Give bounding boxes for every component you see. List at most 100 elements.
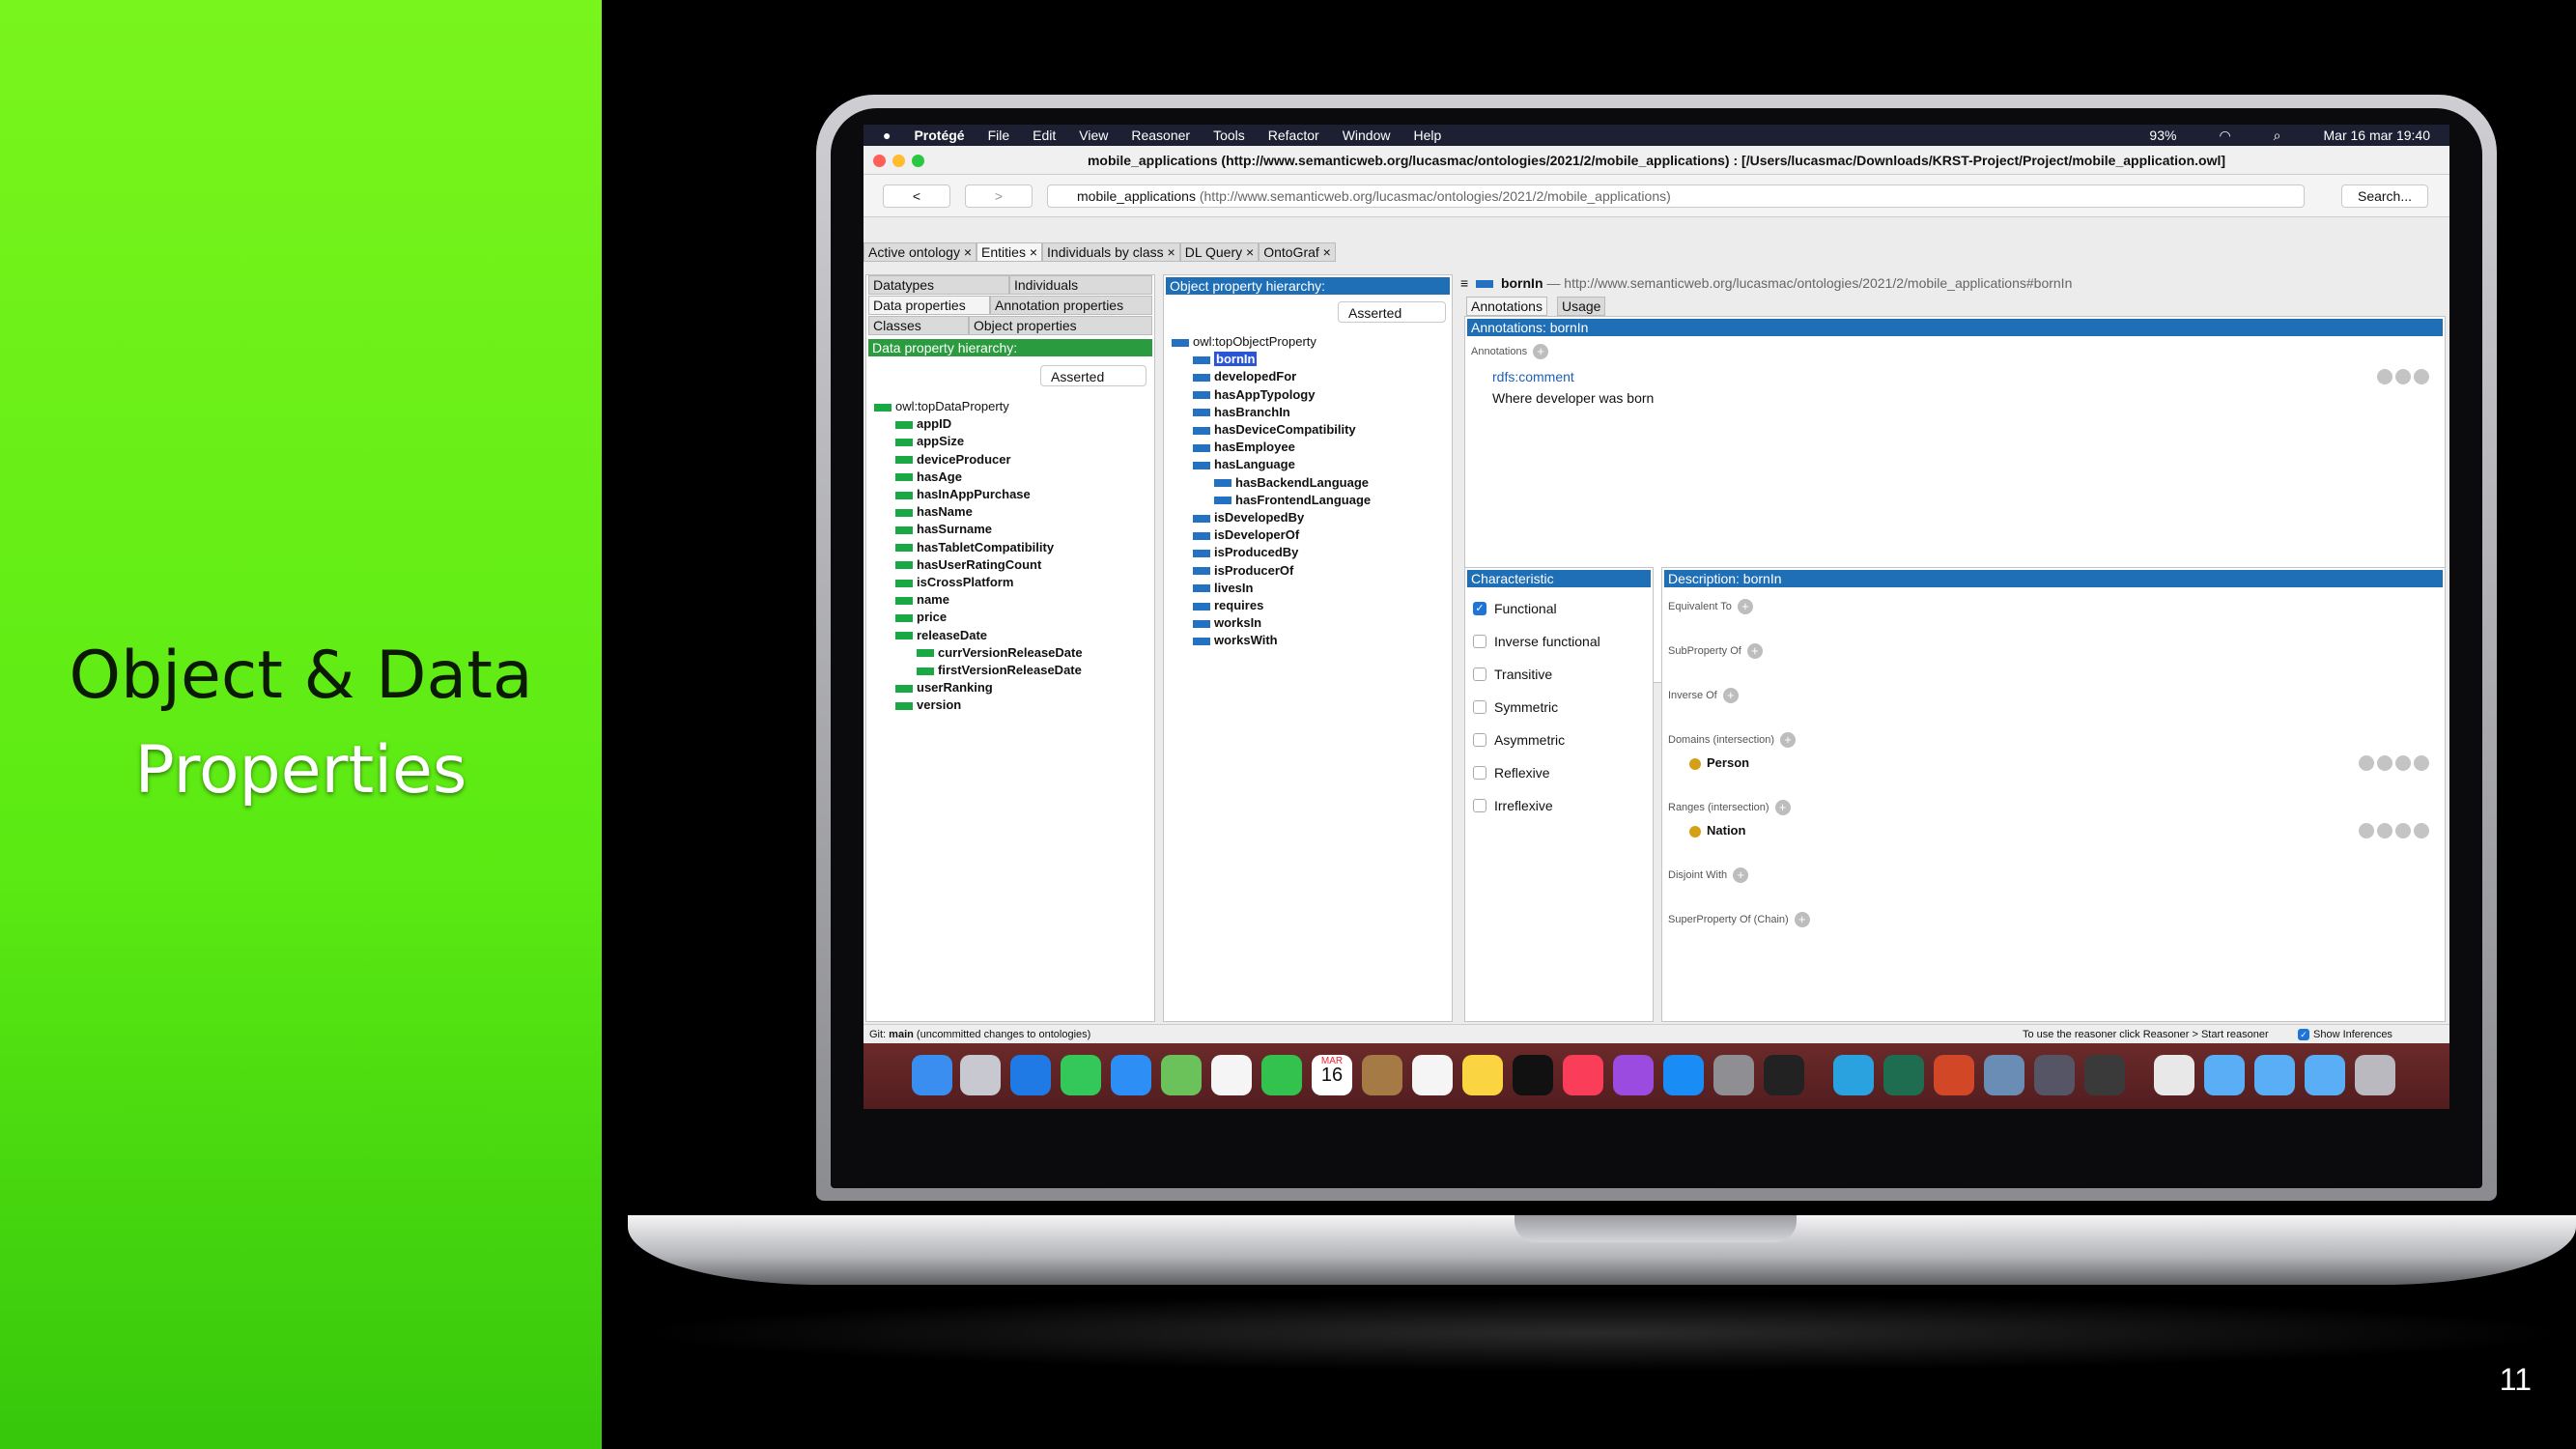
tree-item[interactable]: hasEmployee	[1172, 439, 1371, 456]
tree-item[interactable]: isDeveloperOf	[1172, 526, 1371, 544]
notes-icon[interactable]	[1462, 1055, 1503, 1095]
tab-active-ontology[interactable]: Active ontology ×	[863, 242, 977, 262]
delete-icon[interactable]	[2395, 823, 2411, 838]
info-icon[interactable]	[2414, 369, 2429, 384]
search-button[interactable]: Search...	[2341, 185, 2428, 208]
mail-icon[interactable]	[1111, 1055, 1151, 1095]
xcode-icon[interactable]	[2034, 1055, 2075, 1095]
info-icon[interactable]	[2414, 755, 2429, 771]
contacts-icon[interactable]	[1362, 1055, 1402, 1095]
tree-item[interactable]: requires	[1172, 597, 1371, 614]
finder-icon[interactable]	[912, 1055, 952, 1095]
tree-item[interactable]: hasLanguage	[1172, 456, 1371, 473]
apple-tv-icon[interactable]	[1513, 1055, 1553, 1095]
tree-item[interactable]: hasUserRatingCount	[874, 556, 1083, 574]
podcasts-icon[interactable]	[1613, 1055, 1654, 1095]
tree-item[interactable]: hasAge	[874, 469, 1083, 486]
tab-object-properties[interactable]: Object properties	[969, 316, 1152, 335]
maximize-icon[interactable]	[912, 155, 924, 167]
tab-classes[interactable]: Classes	[868, 316, 969, 335]
tree-item[interactable]: developedFor	[1172, 368, 1371, 385]
menu-icon[interactable]: ≡	[1460, 275, 1468, 291]
tree-item[interactable]: userRanking	[874, 679, 1083, 696]
tab-usage[interactable]: Usage	[1557, 297, 1606, 316]
music-icon[interactable]	[1563, 1055, 1603, 1095]
protege-icon[interactable]	[1883, 1055, 1924, 1095]
add-chain-icon[interactable]: +	[1794, 912, 1810, 927]
document-icon[interactable]	[2154, 1055, 2194, 1095]
help-icon[interactable]	[2359, 755, 2374, 771]
delete-icon[interactable]	[2395, 369, 2411, 384]
tree-item[interactable]: isCrossPlatform	[874, 574, 1083, 591]
tab-entities[interactable]: Entities ×	[977, 242, 1043, 262]
data-asserted-select[interactable]: Asserted	[1040, 365, 1146, 386]
reflexive-checkbox[interactable]: Reflexive	[1473, 765, 1550, 781]
tree-item[interactable]: hasSurname	[874, 521, 1083, 538]
ontology-url-field[interactable]: mobile_applications (http://www.semantic…	[1047, 185, 2305, 208]
menu-view[interactable]: View	[1079, 128, 1108, 143]
tree-item[interactable]: hasInAppPurchase	[874, 486, 1083, 503]
irreflexive-checkbox[interactable]: Irreflexive	[1473, 798, 1553, 813]
tab-annotation-properties[interactable]: Annotation properties	[990, 296, 1152, 315]
tab-annotations[interactable]: Annotations	[1466, 297, 1547, 316]
tab-data-properties[interactable]: Data properties	[868, 296, 990, 315]
messages-icon[interactable]	[1061, 1055, 1101, 1095]
add-subproperty-icon[interactable]: +	[1746, 643, 1763, 659]
tree-root[interactable]: owl:topObjectProperty	[1172, 333, 1371, 351]
app-menu[interactable]: Protégé	[914, 128, 964, 143]
tree-item[interactable]: price	[874, 609, 1083, 626]
reminders-icon[interactable]	[1412, 1055, 1453, 1095]
tab-individuals-by-class[interactable]: Individuals by class ×	[1042, 242, 1180, 262]
folder-icon[interactable]	[2254, 1055, 2295, 1095]
menu-reasoner[interactable]: Reasoner	[1131, 128, 1190, 143]
object-asserted-select[interactable]: Asserted	[1338, 301, 1446, 323]
back-button[interactable]: <	[883, 185, 950, 208]
delete-icon[interactable]	[2395, 755, 2411, 771]
annotation-property[interactable]: rdfs:comment	[1492, 369, 1574, 384]
app-store-icon[interactable]	[1663, 1055, 1704, 1095]
tab-ontograf[interactable]: OntoGraf ×	[1259, 242, 1336, 262]
info-icon[interactable]	[2414, 823, 2429, 838]
preview-icon[interactable]	[1984, 1055, 2024, 1095]
wifi-icon[interactable]: ◠	[2219, 128, 2230, 144]
add-domain-icon[interactable]: +	[1780, 732, 1797, 748]
menu-help[interactable]: Help	[1413, 128, 1441, 143]
transitive-checkbox[interactable]: Transitive	[1473, 667, 1552, 682]
add-inverse-icon[interactable]: +	[1722, 688, 1739, 703]
tab-individuals[interactable]: Individuals	[1009, 275, 1152, 295]
tree-item[interactable]: hasTabletCompatibility	[874, 539, 1083, 556]
trash-icon[interactable]	[2355, 1055, 2395, 1095]
edit-icon[interactable]	[2377, 755, 2392, 771]
tree-item[interactable]: appSize	[874, 433, 1083, 450]
menu-window[interactable]: Window	[1343, 128, 1391, 143]
tab-datatypes[interactable]: Datatypes	[868, 275, 1009, 295]
add-range-icon[interactable]: +	[1774, 800, 1791, 815]
tab-dl-query[interactable]: DL Query ×	[1179, 242, 1260, 262]
calendar-icon[interactable]: MAR 16	[1312, 1055, 1352, 1095]
add-annotation-icon[interactable]: +	[1533, 344, 1549, 359]
edit-icon[interactable]	[2377, 369, 2392, 384]
menu-file[interactable]: File	[988, 128, 1010, 143]
tree-item[interactable]: worksWith	[1172, 632, 1371, 649]
menu-refactor[interactable]: Refactor	[1268, 128, 1319, 143]
show-inferences-checkbox[interactable]: ✓ Show Inferences	[2298, 1025, 2392, 1044]
tree-item[interactable]: hasBranchIn	[1172, 404, 1371, 421]
edit-icon[interactable]	[2377, 823, 2392, 838]
tree-item[interactable]: hasBackendLanguage	[1172, 474, 1371, 492]
apple-icon[interactable]: ●	[883, 128, 891, 143]
clock[interactable]: Mar 16 mar 19:40	[2324, 128, 2431, 144]
domain-value[interactable]: Person	[1689, 755, 1749, 770]
minimize-icon[interactable]	[892, 155, 905, 167]
symmetric-checkbox[interactable]: Symmetric	[1473, 699, 1558, 715]
telegram-icon[interactable]	[1833, 1055, 1874, 1095]
tree-item[interactable]: hasFrontendLanguage	[1172, 492, 1371, 509]
folder-icon[interactable]	[2204, 1055, 2245, 1095]
tree-item[interactable]: hasName	[874, 503, 1083, 521]
help-icon[interactable]	[2359, 823, 2374, 838]
tree-item[interactable]: isProducerOf	[1172, 562, 1371, 580]
tree-root[interactable]: owl:topDataProperty	[874, 398, 1083, 415]
tree-item[interactable]: livesIn	[1172, 580, 1371, 597]
tree-item-selected[interactable]: bornIn	[1172, 351, 1371, 368]
inverse-functional-checkbox[interactable]: Inverse functional	[1473, 634, 1600, 649]
tree-item[interactable]: appID	[874, 415, 1083, 433]
